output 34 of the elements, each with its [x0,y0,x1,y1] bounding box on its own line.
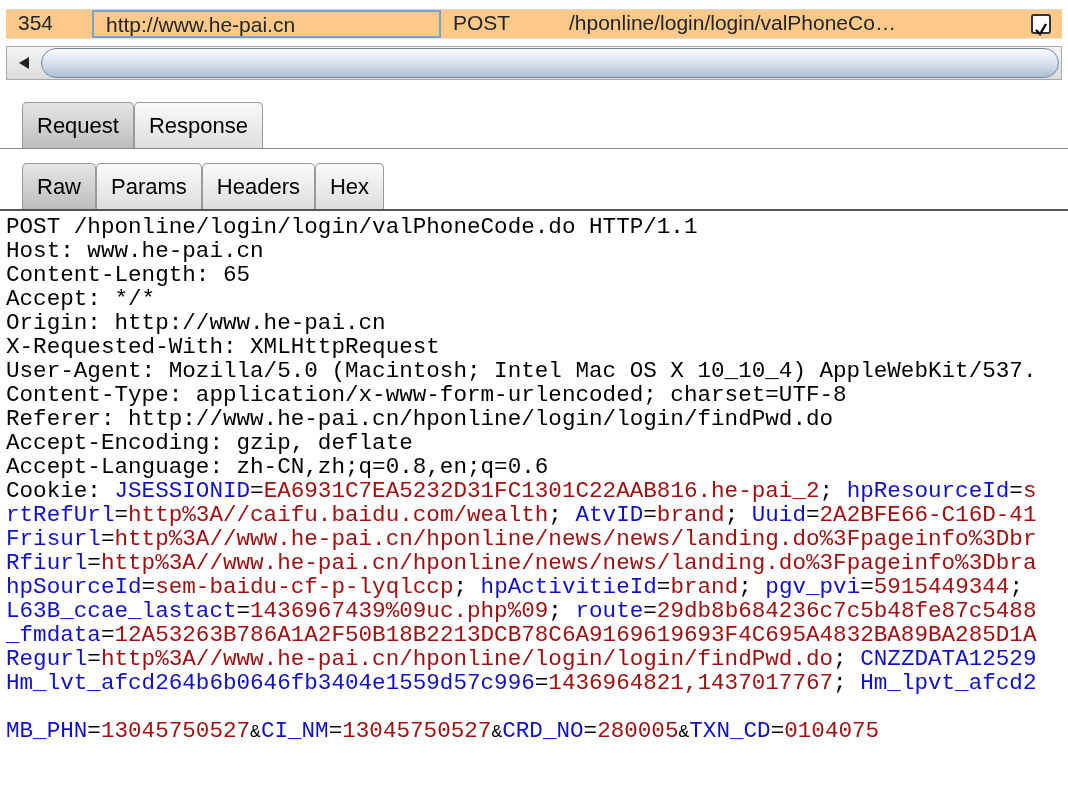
tab[interactable]: Params [96,163,202,209]
request-line: User-Agent: Mozilla/5.0 (Macintosh; Intel Mac OS X 10_10_4) AppleWebKit/537. [6,359,1038,383]
tab[interactable]: Response [133,102,264,148]
request-line: Origin: http://www.he-pai.cn [6,311,387,335]
request-line: Regurl=http%3A//www.he-pai.cn/hponline/login/login/findPwd.do; CNZZDATA12529 [6,647,1038,671]
request-line: L63B_ccae_lastact=1436967439%09uc.php%09; route=29db8b684236c7c5b48fe87c5488 [6,599,1038,623]
request-line: Accept-Language: zh-CN,zh;q=0.8,en;q=0.6 [6,455,550,479]
request-line: Accept: */* [6,287,157,311]
left-arrow-icon[interactable] [17,56,31,70]
tab[interactable]: Raw [22,163,96,209]
request-line: _fmdata=12A53263B786A1A2F50B18B2213DCB78C6A9169619693F4C695A4832BA89BA285D1A [6,623,1038,647]
request-line: POST /hponline/login/login/valPhoneCode.do HTTP/1.1 [6,215,699,239]
request-line: Host: www.he-pai.cn [6,239,265,263]
tab[interactable]: Headers [201,163,315,209]
request-line: Hm_lvt_afcd264b6b0646fb3404e1559d57c996=1436964821,1437017767; Hm_lpvt_afcd2 [6,671,1038,695]
request-line: hpSourceId=sem-baidu-cf-p-lyqlccp; hpActivitieId=brand; pgv_pvi=5915449344; [6,575,1024,599]
method-cell-text: POST [452,10,512,36]
request-line: MB_PHN=13045750527&CI_NM=13045750527&CRD_NO=280005&TXN_CD=0104075 [6,719,881,743]
host-cell: http://www.he-pai.cn [92,10,441,38]
history-row[interactable]: 354 http://www.he-pai.cn POST /hponline/login/login/valPhoneCo… [6,10,1062,38]
request-line: Content-Length: 65 [6,263,252,287]
tab[interactable]: Request [22,102,134,148]
request-line: Referer: http://www.he-pai.cn/hponline/login/login/findPwd.do [6,407,835,431]
tab[interactable]: Hex [314,163,385,209]
checkbox[interactable] [1031,14,1051,34]
request-line: Content-Type: application/x-www-form-urlencoded; charset=UTF-8 [6,383,848,407]
request-line: rtRefUrl=http%3A//caifu.baidu.com/wealth; AtvID=brand; Uuid=2A2BFE66-C16D-41 [6,503,1038,527]
request-line: X-Requested-With: XMLHttpRequest [6,335,441,359]
request-line: Cookie: JSESSIONID=EA6931C7EA5232D31FC1301C22AAB816.he-pai_2; hpResourceId=s [6,479,1038,503]
request-line: Frisurl=http%3A//www.he-pai.cn/hponline/news/news/landing.do%3Fpageinfo%3Dbr [6,527,1038,551]
request-line: Accept-Encoding: gzip, deflate [6,431,414,455]
row-number: 354 [17,10,55,36]
url-cell-text: /hponline/login/login/valPhoneCo… [568,10,897,36]
request-line: Rfiurl=http%3A//www.he-pai.cn/hponline/news/news/landing.do%3Fpageinfo%3Dbra [6,551,1038,575]
